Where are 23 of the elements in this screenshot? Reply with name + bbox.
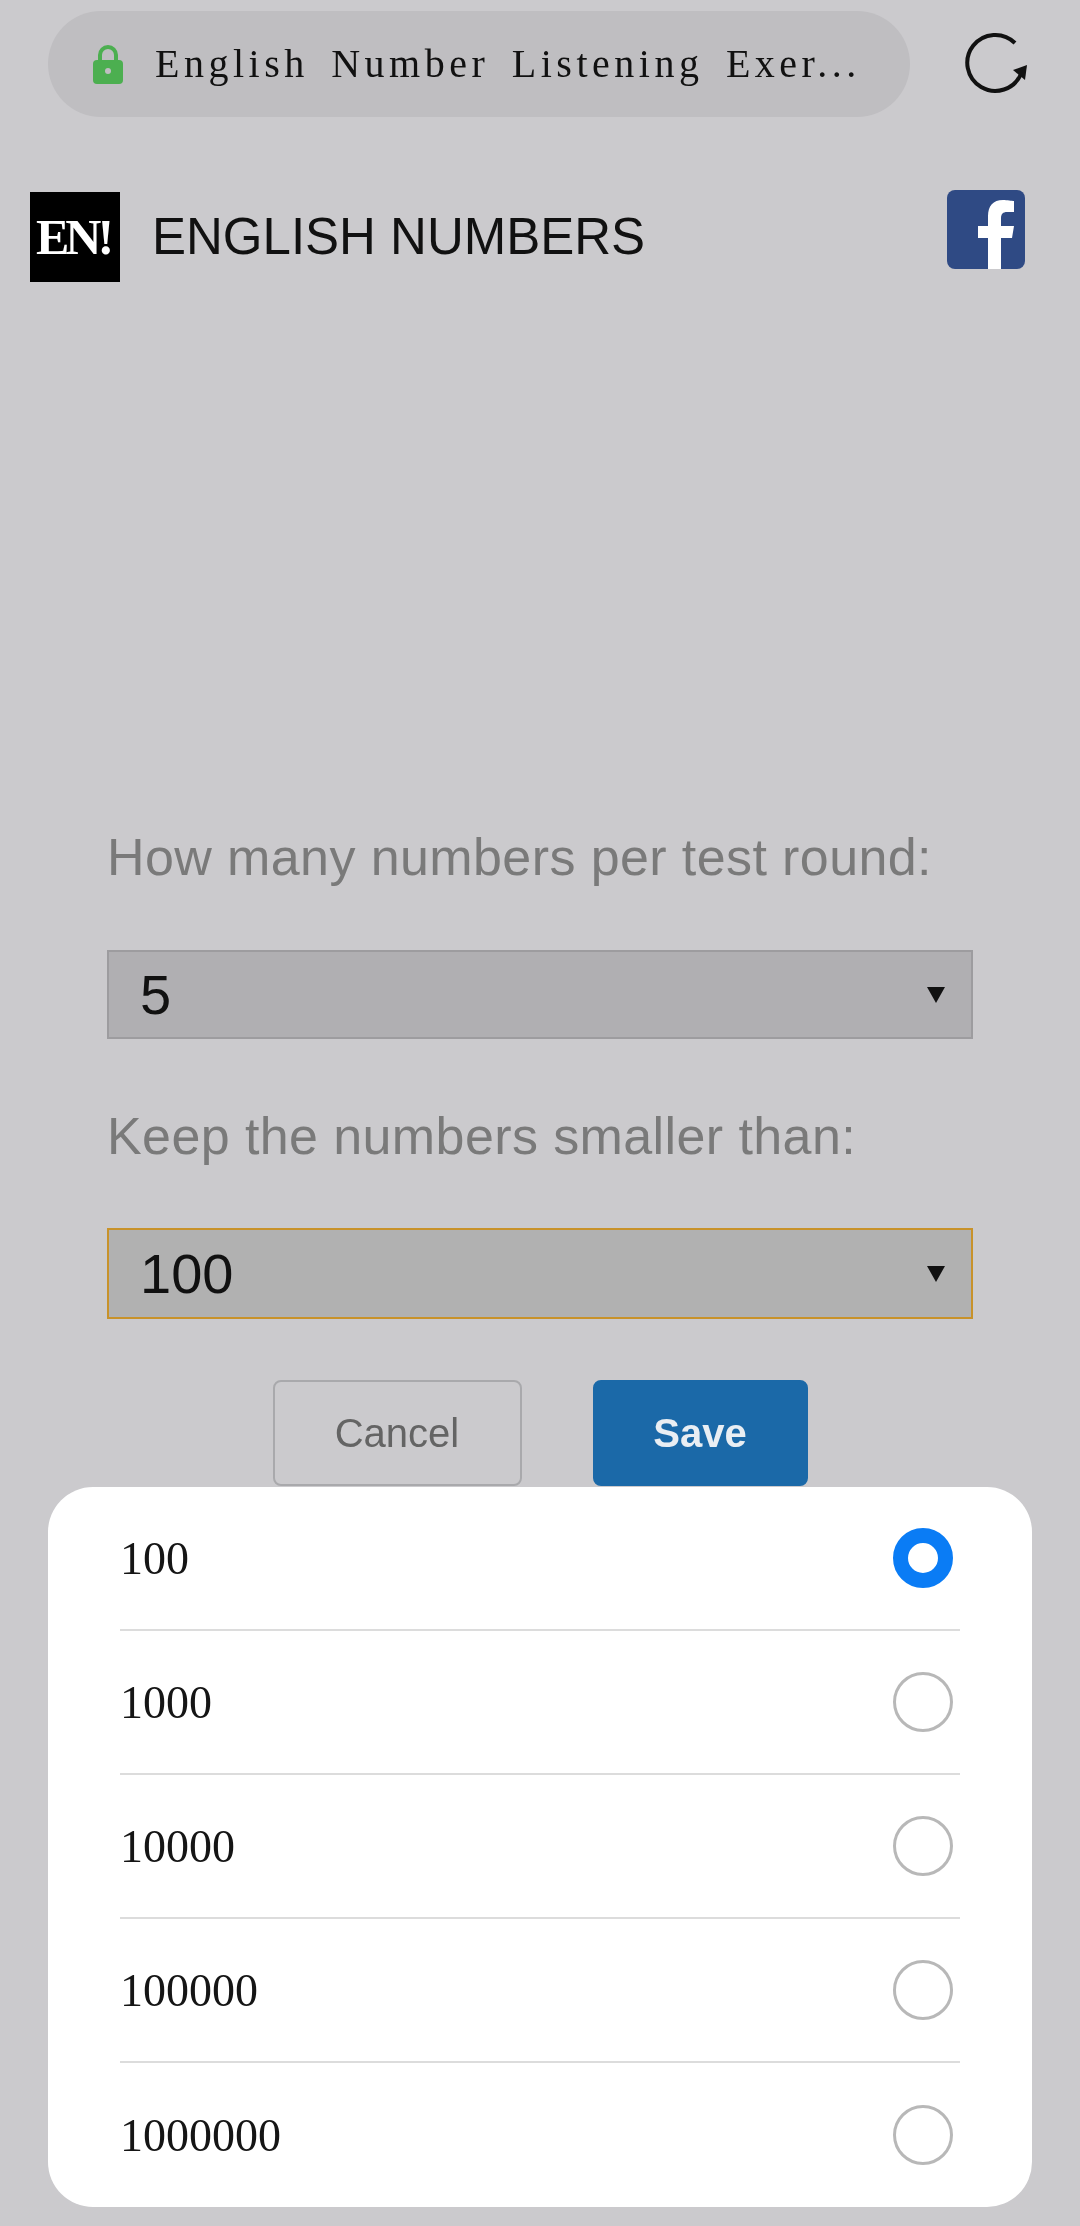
caret-icon xyxy=(927,1265,945,1282)
save-button[interactable]: Save xyxy=(592,1380,808,1486)
lock-icon xyxy=(93,44,123,84)
option-item[interactable]: 100 xyxy=(120,1487,960,1631)
option-item[interactable]: 1000 xyxy=(120,1631,960,1775)
caret-icon xyxy=(927,986,945,1003)
option-item[interactable]: 1000000 xyxy=(120,2063,960,2207)
dropdown-field[interactable]: 5 xyxy=(107,950,973,1039)
option-item[interactable]: 100000 xyxy=(120,1919,960,2063)
site-title: ENGLISH NUMBERS xyxy=(152,206,646,267)
radio-button[interactable] xyxy=(893,1528,953,1588)
address-bar[interactable]: English Number Listening Exer... xyxy=(48,11,910,117)
option-item[interactable]: 10000 xyxy=(120,1775,960,1919)
radio-button[interactable] xyxy=(893,1672,953,1732)
f-logo-icon[interactable] xyxy=(947,190,1025,269)
radio-button[interactable] xyxy=(893,2105,953,2165)
field-label: Keep the numbers smaller than: xyxy=(107,1106,858,1167)
cancel-button[interactable]: Cancel xyxy=(272,1380,522,1486)
site-logo[interactable]: EN! xyxy=(30,191,120,282)
radio-button[interactable] xyxy=(893,1816,953,1876)
field-label: How many numbers per test round: xyxy=(107,827,933,888)
radio-button[interactable] xyxy=(893,1960,953,2020)
dropdown-field[interactable]: 100 xyxy=(107,1228,973,1319)
